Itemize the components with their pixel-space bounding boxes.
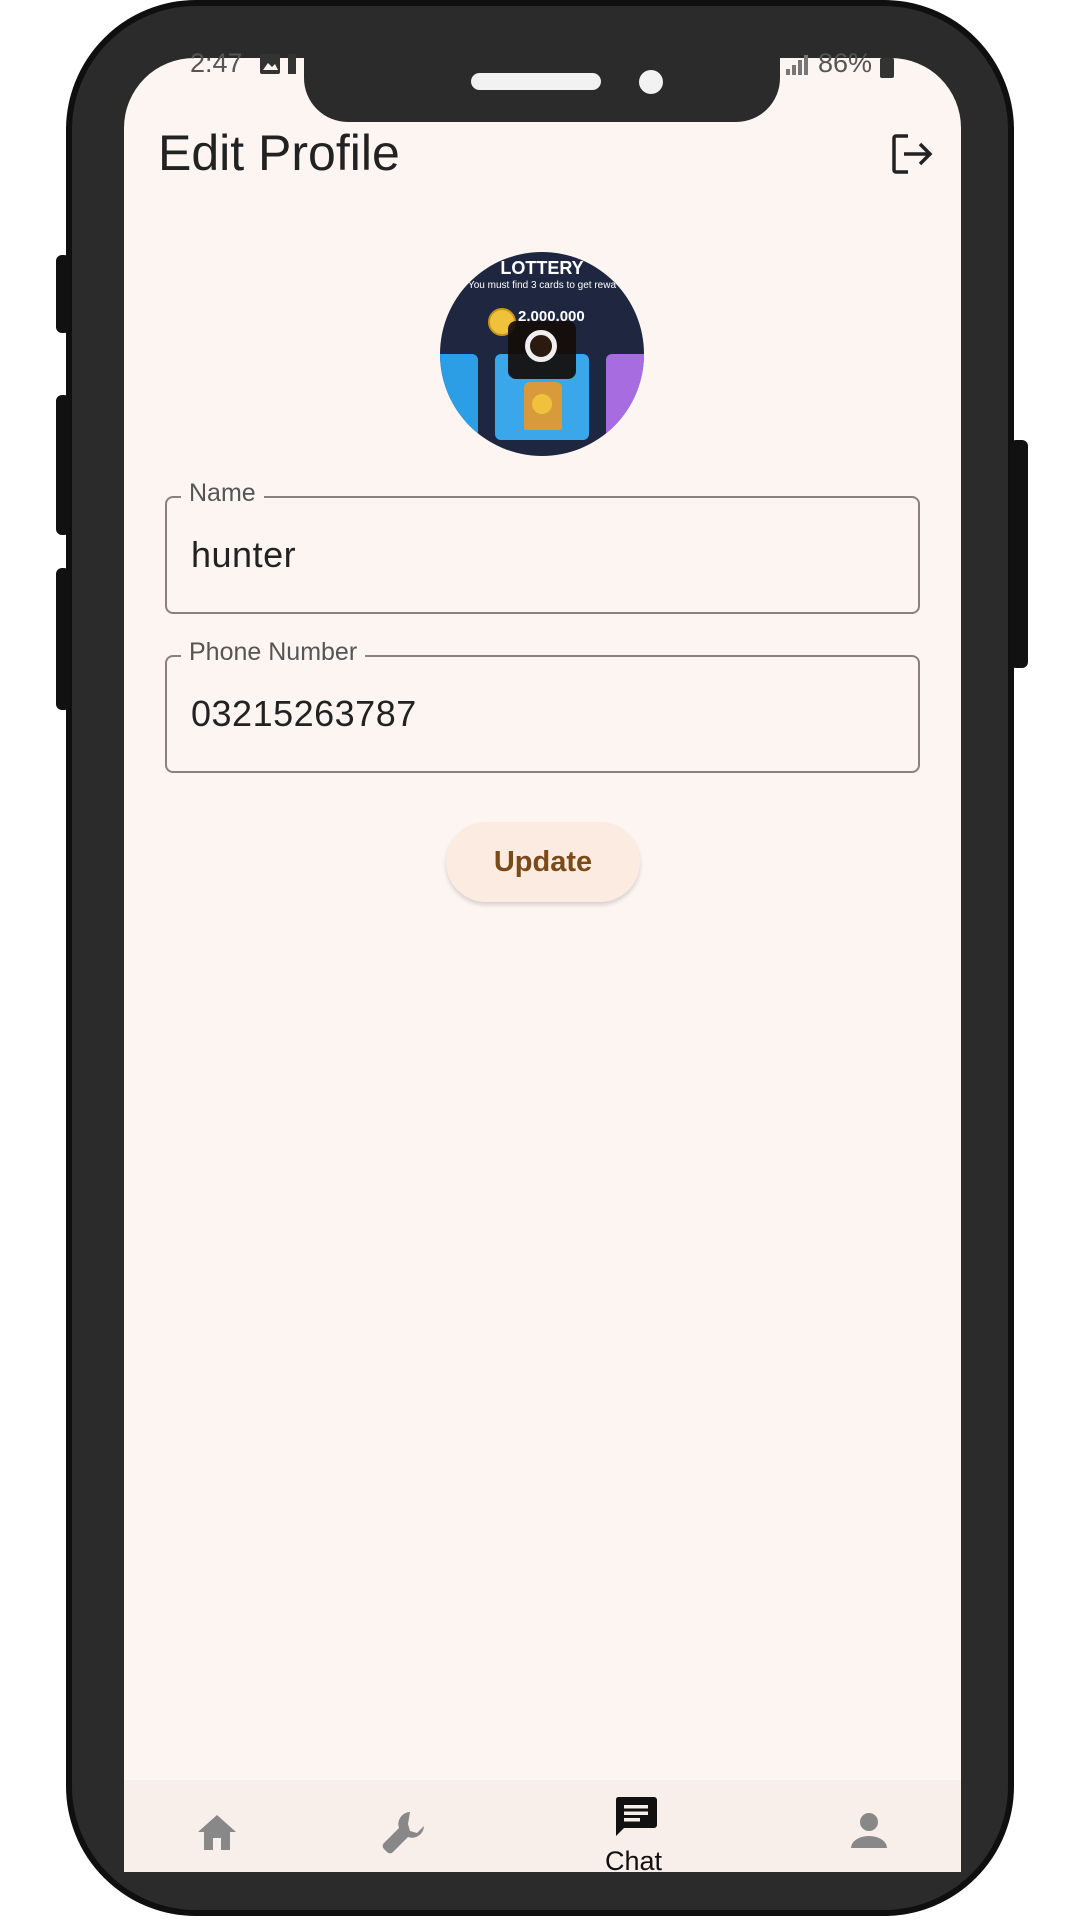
nav-label-chat[interactable]: Chat [605,1846,662,1877]
update-button[interactable]: Update [446,822,640,902]
page-title: Edit Profile [158,125,400,181]
person-icon[interactable] [849,1812,889,1855]
name-label: Name [181,479,264,508]
status-time: 2:47 [190,48,243,78]
volume-button [56,255,70,333]
phone-label: Phone Number [181,638,366,667]
logout-icon[interactable] [888,130,936,178]
card-image [606,354,644,440]
bottom-nav [124,1780,961,1872]
power-button [1010,440,1028,668]
avatar-image-subtitle: You must find 3 cards to get rewa [467,280,617,291]
avatar-image-title: LOTTERY [500,258,584,278]
phone-value[interactable]: 03215263787 [191,693,417,735]
volume-up-button [56,395,70,535]
phone-field[interactable]: Phone Number 03215263787 [165,638,920,773]
camera-lens-icon [525,330,557,362]
volume-down-button [56,568,70,710]
battery-icon [880,58,894,78]
card-image [440,354,478,440]
home-icon[interactable] [196,1812,238,1857]
speaker [471,73,601,90]
name-value[interactable]: hunter [191,534,296,576]
chat-icon[interactable] [614,1795,658,1844]
signal-icon [784,53,810,83]
coin-icon [532,394,552,414]
battery-percentage: 86% [818,48,873,78]
front-camera [639,70,663,94]
name-field[interactable]: Name hunter [165,479,920,614]
wrench-icon[interactable] [380,1808,428,1861]
